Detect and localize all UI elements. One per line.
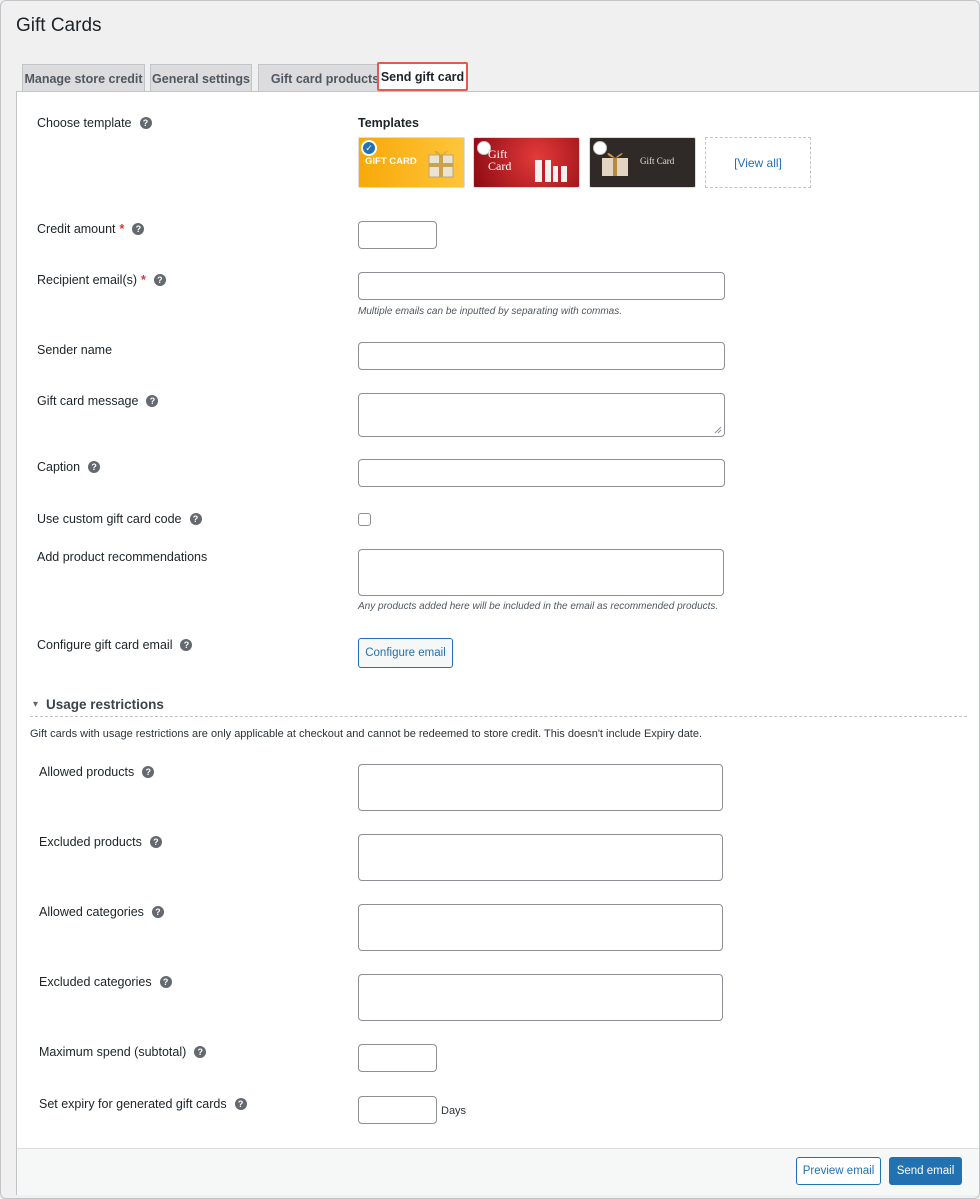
template-red[interactable]: Gift Card <box>473 137 580 188</box>
gift-card-message-textarea[interactable] <box>358 393 725 437</box>
credit-amount-text: Credit amount <box>37 222 116 236</box>
configure-email-label: Configure gift card email ? <box>37 638 193 652</box>
collapse-icon: ▾ <box>33 699 39 710</box>
help-icon[interactable]: ? <box>189 513 202 525</box>
allowed-products-input[interactable] <box>358 764 723 811</box>
usage-restrictions-title: Usage restrictions <box>46 697 164 712</box>
help-icon[interactable]: ? <box>139 117 152 129</box>
tab-send-gift-card[interactable]: Send gift card <box>377 62 468 91</box>
allowed-categories-label: Allowed categories ? <box>39 905 164 919</box>
sender-name-input[interactable] <box>358 342 725 370</box>
maximum-spend-label: Maximum spend (subtotal) ? <box>39 1045 207 1059</box>
help-icon[interactable]: ? <box>151 906 164 918</box>
gift-boxes-icon <box>535 160 567 182</box>
recipient-emails-input[interactable] <box>358 272 725 300</box>
allowed-categories-input[interactable] <box>358 904 723 951</box>
excluded-categories-label: Excluded categories ? <box>39 975 172 989</box>
custom-code-label: Use custom gift card code ? <box>37 512 202 526</box>
maximum-spend-text: Maximum spend (subtotal) <box>39 1045 187 1059</box>
sender-name-label: Sender name <box>37 343 112 357</box>
template-gold-text: GIFT CARD <box>365 156 417 167</box>
excluded-products-text: Excluded products <box>39 835 142 849</box>
templates-title: Templates <box>358 116 419 130</box>
allowed-products-label: Allowed products ? <box>39 765 155 779</box>
required-marker: * <box>119 222 125 236</box>
tab-gift-card-products[interactable]: Gift card products <box>258 64 392 92</box>
credit-amount-input[interactable] <box>358 221 437 249</box>
help-icon[interactable]: ? <box>194 1046 207 1058</box>
template-dark[interactable]: Gift Card <box>589 137 696 188</box>
expiry-text: Set expiry for generated gift cards <box>39 1097 227 1111</box>
recipient-emails-label: Recipient email(s) * ? <box>37 273 166 287</box>
configure-email-text: Configure gift card email <box>37 638 173 652</box>
gift-box-icon <box>602 153 628 176</box>
help-icon[interactable]: ? <box>153 274 166 286</box>
product-recommendations-input[interactable] <box>358 549 724 596</box>
tab-manage-store-credit[interactable]: Manage store credit <box>22 64 145 92</box>
usage-restrictions-description: Gift cards with usage restrictions are o… <box>30 728 703 740</box>
help-icon[interactable]: ? <box>180 639 193 651</box>
recipient-emails-text: Recipient email(s) <box>37 273 138 287</box>
expiry-label: Set expiry for generated gift cards ? <box>39 1097 247 1111</box>
excluded-products-input[interactable] <box>358 834 723 881</box>
product-recommendations-hint: Any products added here will be included… <box>358 601 719 612</box>
product-recommendations-text: Add product recommendations <box>37 550 208 564</box>
gift-card-message-text: Gift card message <box>37 394 139 408</box>
caption-label: Caption ? <box>37 460 101 474</box>
custom-code-checkbox[interactable] <box>358 513 371 526</box>
send-email-button[interactable]: Send email <box>889 1157 962 1185</box>
credit-amount-label: Credit amount * ? <box>37 222 145 236</box>
required-marker: * <box>141 273 146 287</box>
selected-check-icon: ✓ <box>361 140 377 156</box>
section-divider <box>30 716 967 717</box>
help-icon[interactable]: ? <box>159 976 172 988</box>
recipient-emails-hint: Multiple emails can be inputted by separ… <box>358 306 623 317</box>
help-icon[interactable]: ? <box>234 1098 247 1110</box>
caption-text: Caption <box>37 460 81 474</box>
help-icon[interactable]: ? <box>132 223 145 235</box>
caption-input[interactable] <box>358 459 725 487</box>
help-icon[interactable]: ? <box>146 395 159 407</box>
page-title: Gift Cards <box>16 15 102 36</box>
excluded-categories-input[interactable] <box>358 974 723 1021</box>
usage-restrictions-toggle[interactable]: ▾ Usage restrictions <box>33 697 164 712</box>
tab-general-settings[interactable]: General settings <box>150 64 252 92</box>
template-dark-text: Gift Card <box>640 156 675 166</box>
choose-template-text: Choose template <box>37 116 132 130</box>
view-all-templates-link[interactable]: [View all] <box>705 137 811 188</box>
allowed-categories-text: Allowed categories <box>39 905 144 919</box>
help-icon[interactable]: ? <box>142 766 155 778</box>
product-recommendations-label: Add product recommendations <box>37 550 207 564</box>
help-icon[interactable]: ? <box>149 836 162 848</box>
allowed-products-text: Allowed products <box>39 765 135 779</box>
expiry-unit: Days <box>441 1105 467 1117</box>
help-icon[interactable]: ? <box>88 461 101 473</box>
excluded-categories-text: Excluded categories <box>39 975 152 989</box>
custom-code-text: Use custom gift card code <box>37 512 182 526</box>
choose-template-label: Choose template ? <box>37 116 152 130</box>
gift-box-icon <box>428 150 454 178</box>
expiry-days-input[interactable] <box>358 1096 437 1124</box>
template-gold[interactable]: ✓ GIFT CARD <box>358 137 465 188</box>
gift-card-message-label: Gift card message ? <box>37 394 159 408</box>
preview-email-button[interactable]: Preview email <box>796 1157 881 1185</box>
excluded-products-label: Excluded products ? <box>39 835 162 849</box>
maximum-spend-input[interactable] <box>358 1044 437 1072</box>
template-red-text: Gift Card <box>488 147 512 173</box>
configure-email-button[interactable]: Configure email <box>358 638 453 668</box>
sender-name-text: Sender name <box>37 343 113 357</box>
resize-handle-icon[interactable] <box>714 426 722 434</box>
